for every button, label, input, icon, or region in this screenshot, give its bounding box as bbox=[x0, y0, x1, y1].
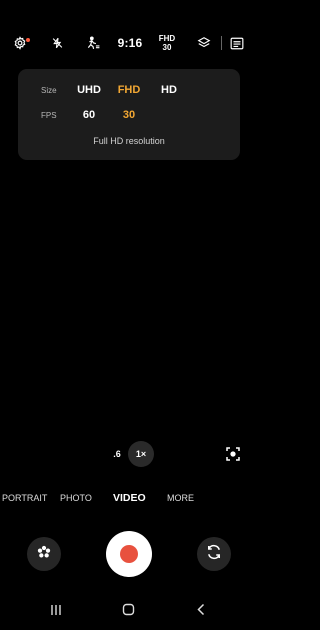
flash-off-icon bbox=[51, 36, 64, 50]
video-quality-panel: Size UHD FHD HD FPS 60 30 Full HD resolu… bbox=[18, 69, 240, 160]
fps-option-30[interactable]: 30 bbox=[109, 109, 149, 121]
back-icon bbox=[196, 603, 206, 621]
mode-portrait[interactable]: PORTRAIT bbox=[2, 489, 47, 507]
motion-button[interactable] bbox=[83, 28, 103, 58]
video-quality-button[interactable]: FHD 30 bbox=[155, 28, 179, 58]
record-dot-icon bbox=[120, 545, 138, 563]
mode-photo[interactable]: PHOTO bbox=[60, 489, 92, 507]
recent-apps-icon bbox=[50, 603, 62, 621]
top-bar-divider bbox=[221, 36, 222, 50]
aspect-time-label[interactable]: 9:16 bbox=[117, 28, 143, 58]
home-button[interactable] bbox=[120, 603, 136, 621]
size-option-hd[interactable]: HD bbox=[149, 84, 189, 96]
home-icon bbox=[122, 603, 135, 621]
scan-button[interactable] bbox=[224, 445, 242, 463]
fhd-label: FHD bbox=[158, 34, 176, 43]
settings-icon bbox=[13, 36, 30, 50]
record-button[interactable] bbox=[106, 531, 152, 577]
back-button[interactable] bbox=[193, 603, 209, 621]
size-row-label: Size bbox=[41, 86, 57, 95]
effects-flower-icon bbox=[36, 544, 52, 565]
zoom-1x-button[interactable]: 1× bbox=[128, 441, 154, 467]
camera-mode-selector: PORTRAIT PHOTO VIDEO MORE bbox=[0, 489, 258, 507]
resolution-description: Full HD resolution bbox=[93, 136, 165, 146]
flash-button[interactable] bbox=[49, 28, 65, 58]
notification-dot bbox=[26, 38, 30, 42]
gallery-preview-button[interactable] bbox=[229, 28, 245, 58]
mode-video[interactable]: VIDEO bbox=[113, 489, 146, 507]
zoom-wide-button[interactable]: .6 bbox=[106, 445, 128, 463]
motion-icon bbox=[84, 36, 102, 50]
fps-option-60[interactable]: 60 bbox=[69, 109, 109, 121]
gallery-thumbnail-icon bbox=[230, 37, 244, 50]
mode-more[interactable]: MORE bbox=[167, 489, 194, 507]
size-option-fhd[interactable]: FHD bbox=[109, 84, 149, 96]
fps-label: 30 bbox=[162, 43, 172, 52]
fps-row-label: FPS bbox=[41, 111, 57, 120]
switch-camera-button[interactable] bbox=[197, 537, 231, 571]
recent-apps-button[interactable] bbox=[48, 604, 64, 620]
system-nav-bar bbox=[0, 598, 258, 626]
settings-button[interactable] bbox=[12, 28, 30, 58]
size-option-uhd[interactable]: UHD bbox=[69, 84, 109, 96]
scan-focus-icon bbox=[224, 447, 242, 467]
switch-camera-icon bbox=[205, 543, 223, 566]
filter-layers-icon bbox=[197, 36, 211, 50]
camera-top-bar: 9:16 FHD 30 bbox=[0, 28, 258, 58]
effects-button[interactable] bbox=[27, 537, 61, 571]
filters-button[interactable] bbox=[195, 28, 213, 58]
